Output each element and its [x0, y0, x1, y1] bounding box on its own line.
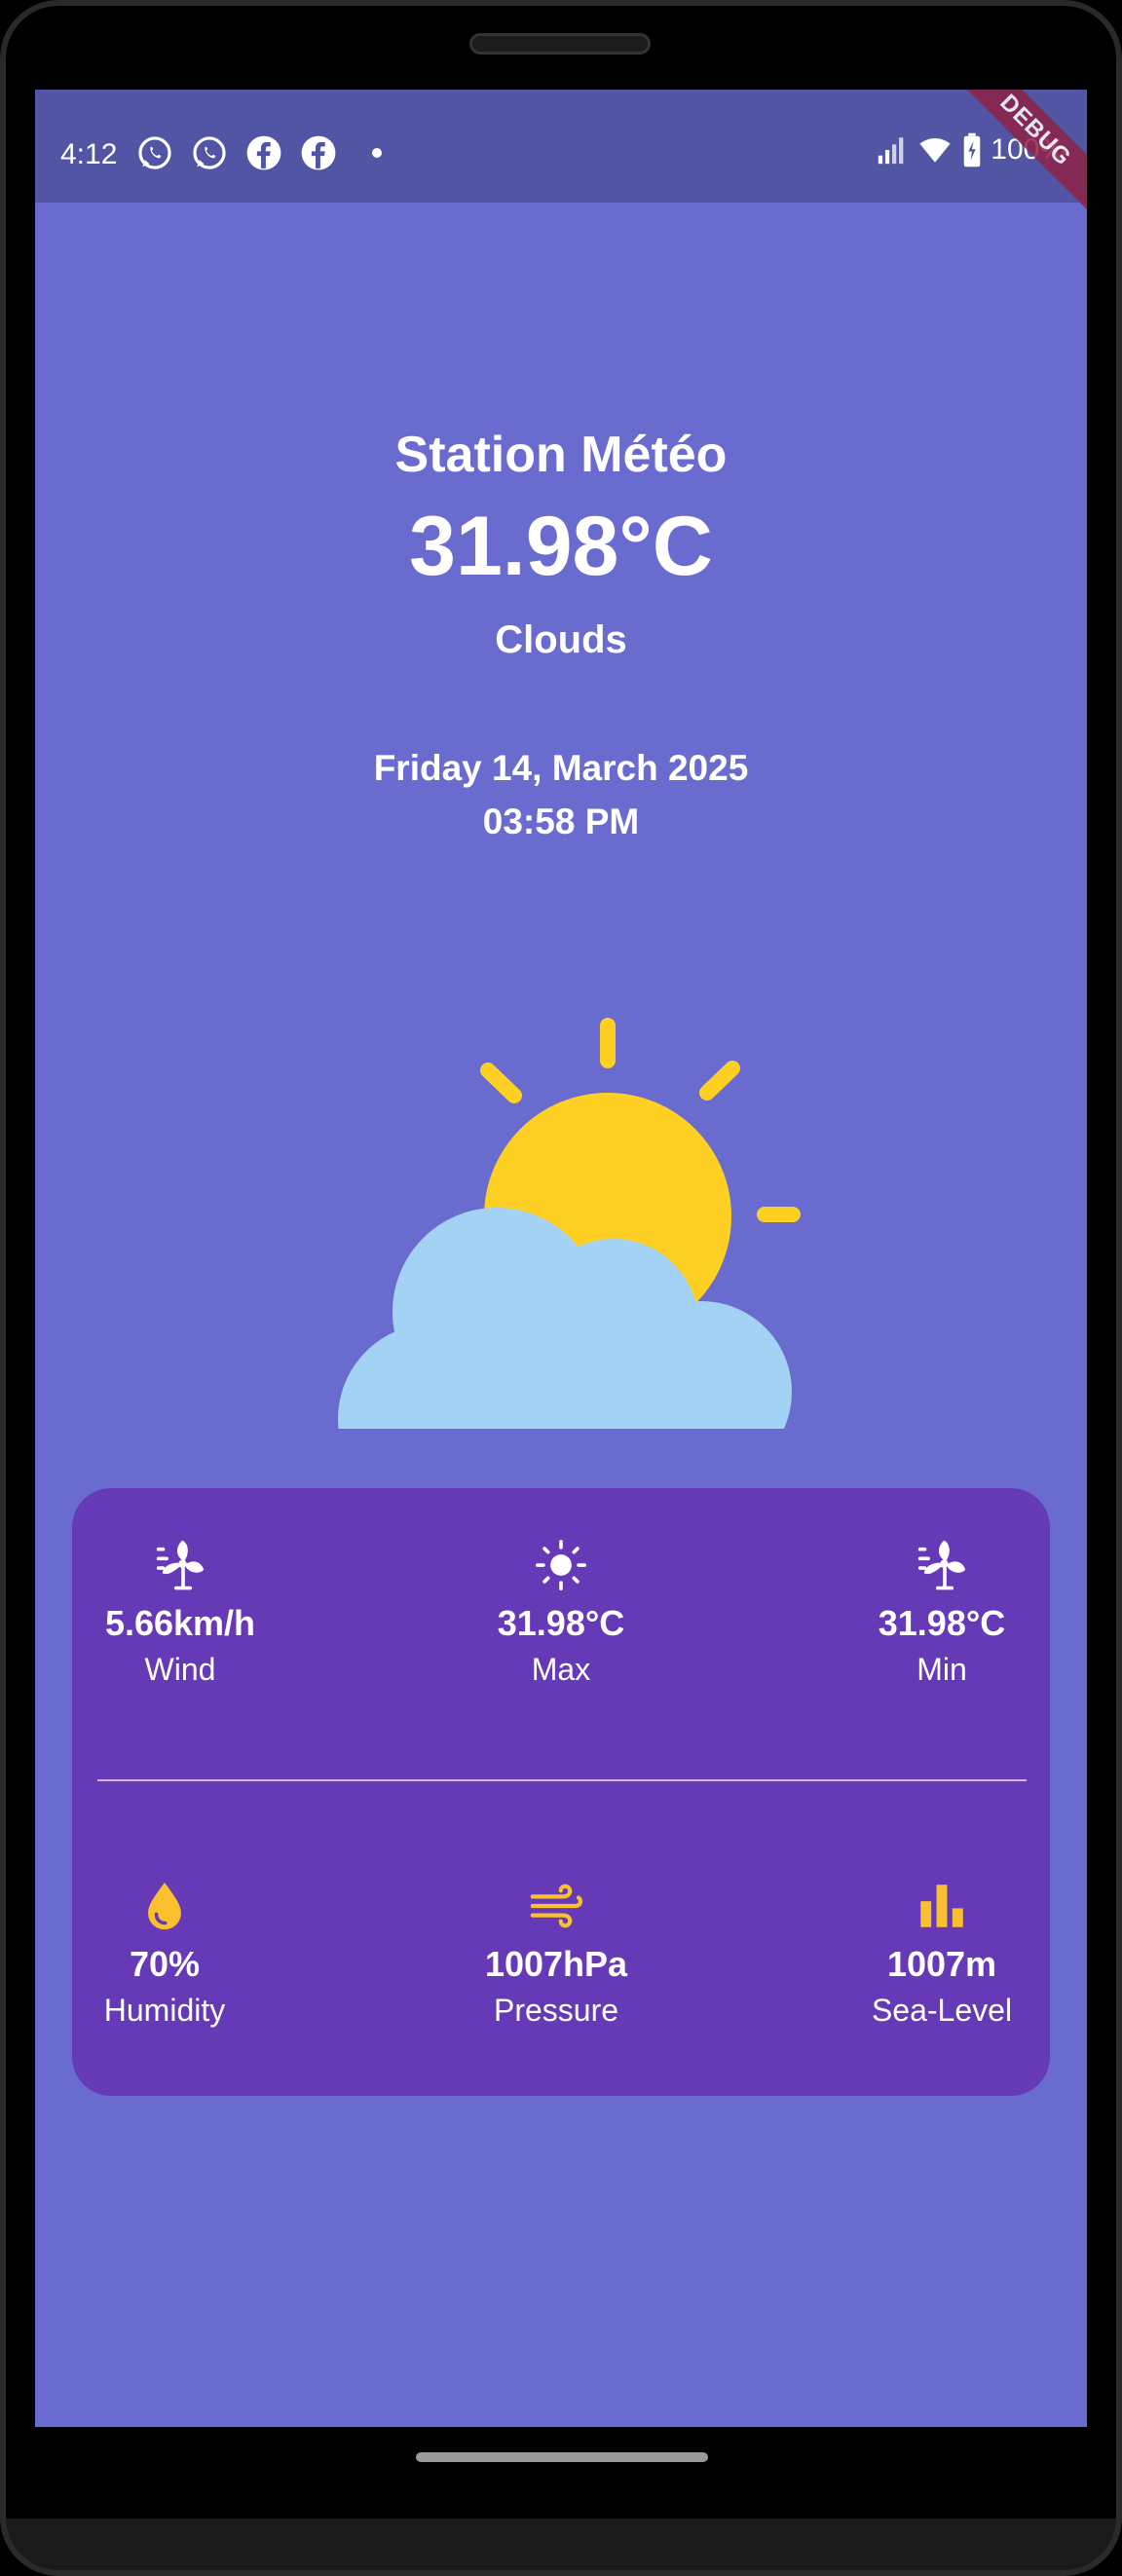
stats-divider [97, 1779, 1027, 1781]
whatsapp-icon [138, 136, 171, 169]
earpiece-speaker [469, 33, 651, 55]
humidity-stat: 70% Humidity [82, 1878, 247, 2029]
sea-level-value: 1007m [886, 1944, 997, 1984]
current-date: Friday 14, March 2025 [373, 748, 749, 788]
notification-icons [136, 134, 382, 171]
sea-level-stat: 1007m Sea-Level [859, 1878, 1025, 2029]
wind-value: 5.66km/h [104, 1603, 256, 1643]
bar-chart-icon [920, 1885, 963, 1927]
current-time: 03:58 PM [482, 802, 640, 841]
more-notifications-dot [372, 148, 382, 158]
humidity-label: Humidity [103, 1993, 226, 2028]
max-temp-value: 31.98°C [497, 1603, 625, 1643]
sun-icon [536, 1540, 586, 1590]
pressure-label: Pressure [493, 1993, 619, 2028]
facebook-icon [301, 135, 336, 170]
max-temp-stat: 31.98°C Max [478, 1537, 644, 1688]
whatsapp-icon [193, 136, 226, 169]
wind-stat: 5.66km/h Wind [97, 1537, 263, 1688]
max-temp-label: Max [531, 1652, 591, 1687]
water-drop-icon [148, 1882, 181, 1930]
humidity-value: 70% [129, 1944, 201, 1984]
weather-condition: Clouds [495, 618, 627, 661]
sun-behind-cloud-icon [338, 1018, 801, 1429]
weather-stats-card: 5.66km/h Wind 31.98°C Max 31.98°C Min 70… [72, 1488, 1050, 2096]
air-icon [530, 1884, 583, 1928]
gesture-nav-handle[interactable] [416, 2452, 708, 2462]
current-temperature: 31.98°C [409, 500, 713, 593]
fan-icon [917, 1540, 966, 1590]
phone-frame: 4:12 DEBUG Station Météo 31.98°C Clouds … [0, 0, 1122, 2576]
facebook-icon [246, 135, 281, 170]
battery-icon [964, 132, 981, 168]
pressure-value: 1007hPa [484, 1944, 628, 1984]
fan-icon [156, 1540, 205, 1590]
min-temp-label: Min [916, 1652, 967, 1687]
status-time: 4:12 [60, 138, 118, 170]
app-screen: 4:12 DEBUG Station Météo 31.98°C Clouds … [35, 90, 1087, 2427]
sea-level-label: Sea-Level [871, 1993, 1013, 2028]
min-temp-value: 31.98°C [878, 1603, 1006, 1643]
wifi-icon [919, 137, 951, 163]
signal-icon [879, 137, 904, 165]
status-bar: 4:12 DEBUG [35, 90, 1087, 217]
min-temp-stat: 31.98°C Min [859, 1537, 1025, 1688]
wind-label: Wind [144, 1652, 216, 1687]
pressure-stat: 1007hPa Pressure [468, 1878, 644, 2029]
phone-chin [0, 2519, 1122, 2576]
app-title: Station Météo [394, 427, 728, 483]
